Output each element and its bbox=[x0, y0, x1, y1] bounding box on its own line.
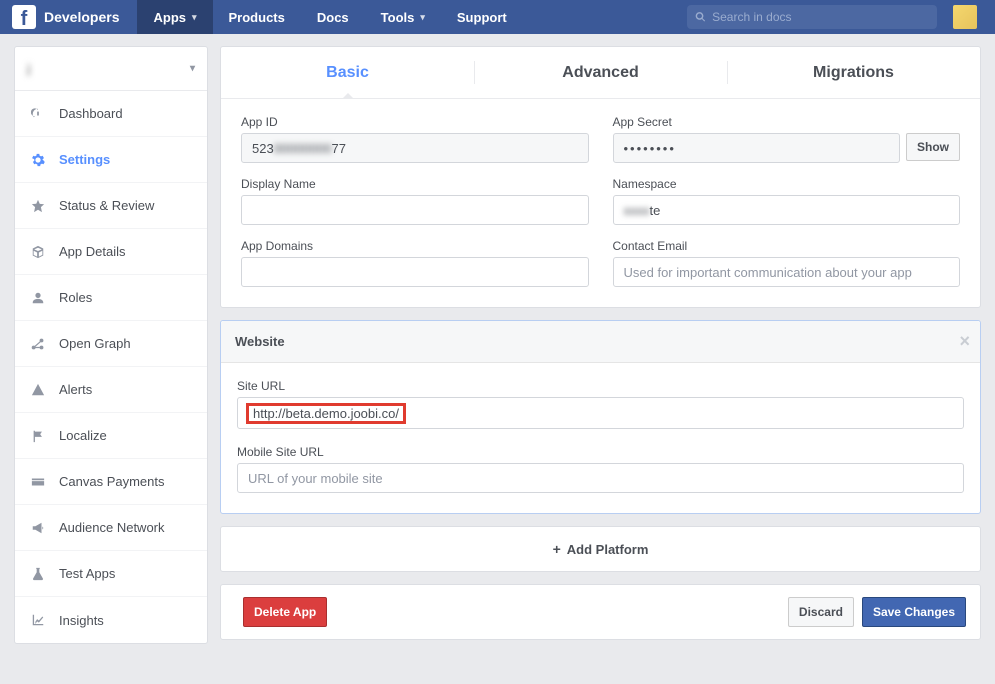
display-name-input[interactable] bbox=[241, 195, 589, 225]
flask-icon bbox=[31, 567, 45, 581]
tab-migrations[interactable]: Migrations bbox=[727, 47, 980, 98]
contact-email-label: Contact Email bbox=[613, 239, 961, 253]
contact-email-input[interactable] bbox=[613, 257, 961, 287]
brand-label: Developers bbox=[44, 0, 137, 34]
namespace-input[interactable]: xxxxte bbox=[613, 195, 961, 225]
sidebar-item-label: Canvas Payments bbox=[59, 474, 165, 489]
cube-icon bbox=[31, 245, 45, 259]
app-secret-value: •••••••• bbox=[613, 133, 901, 163]
app-selector[interactable]: j ▾ bbox=[15, 47, 207, 91]
gauge-icon bbox=[31, 107, 45, 121]
avatar[interactable] bbox=[953, 5, 977, 29]
sidebar-item-label: Settings bbox=[59, 152, 110, 167]
sidebar-item-label: Open Graph bbox=[59, 336, 131, 351]
sidebar-item-open-graph[interactable]: Open Graph bbox=[15, 321, 207, 367]
app-id-value: 5230000000077 bbox=[241, 133, 589, 163]
sidebar-item-label: Roles bbox=[59, 290, 92, 305]
close-icon[interactable]: × bbox=[959, 331, 970, 352]
search-box[interactable] bbox=[687, 5, 937, 29]
facebook-logo-icon: f bbox=[12, 5, 36, 29]
sidebar-item-label: Dashboard bbox=[59, 106, 123, 121]
nav-item-apps[interactable]: Apps▾ bbox=[137, 0, 212, 34]
sidebar-item-settings[interactable]: Settings bbox=[15, 137, 207, 183]
site-url-input[interactable]: http://beta.demo.joobi.co/ bbox=[237, 397, 964, 429]
mobile-site-url-input[interactable] bbox=[237, 463, 964, 493]
sidebar-item-roles[interactable]: Roles bbox=[15, 275, 207, 321]
chevron-down-icon: ▾ bbox=[420, 12, 425, 23]
nav-item-products[interactable]: Products bbox=[213, 0, 301, 34]
website-heading: Website bbox=[235, 334, 285, 349]
sidebar-item-audience-network[interactable]: Audience Network bbox=[15, 505, 207, 551]
basic-settings-card: Basic Advanced Migrations App ID 5230000… bbox=[220, 46, 981, 308]
sidebar-item-test-apps[interactable]: Test Apps bbox=[15, 551, 207, 597]
sidebar-item-insights[interactable]: Insights bbox=[15, 597, 207, 643]
sidebar-item-label: Test Apps bbox=[59, 566, 115, 581]
gear-icon bbox=[31, 153, 45, 167]
add-platform-button[interactable]: +Add Platform bbox=[220, 526, 981, 572]
chevron-down-icon: ▾ bbox=[190, 63, 195, 74]
tab-basic[interactable]: Basic bbox=[221, 47, 474, 98]
show-secret-button[interactable]: Show bbox=[906, 133, 960, 161]
sidebar-item-alerts[interactable]: Alerts bbox=[15, 367, 207, 413]
sidebar-item-label: Status & Review bbox=[59, 198, 154, 213]
flag-icon bbox=[31, 429, 45, 443]
app-secret-label: App Secret bbox=[613, 115, 961, 129]
nav-item-support[interactable]: Support bbox=[441, 0, 523, 34]
save-changes-button[interactable]: Save Changes bbox=[862, 597, 966, 627]
sidebar-item-app-details[interactable]: App Details bbox=[15, 229, 207, 275]
graph-icon bbox=[31, 337, 45, 351]
namespace-label: Namespace bbox=[613, 177, 961, 191]
nav-item-docs[interactable]: Docs bbox=[301, 0, 365, 34]
sidebar-item-canvas-payments[interactable]: Canvas Payments bbox=[15, 459, 207, 505]
sidebar-item-dashboard[interactable]: Dashboard bbox=[15, 91, 207, 137]
app-domains-input[interactable] bbox=[241, 257, 589, 287]
sidebar-item-label: App Details bbox=[59, 244, 125, 259]
sidebar-item-label: Audience Network bbox=[59, 520, 165, 535]
top-nav: f Developers Apps▾ Products Docs Tools▾ … bbox=[0, 0, 995, 34]
app-domains-label: App Domains bbox=[241, 239, 589, 253]
delete-app-button[interactable]: Delete App bbox=[243, 597, 327, 627]
sidebar-item-localize[interactable]: Localize bbox=[15, 413, 207, 459]
star-icon bbox=[31, 199, 45, 213]
site-url-highlight: http://beta.demo.joobi.co/ bbox=[246, 403, 406, 424]
nav-item-tools[interactable]: Tools▾ bbox=[365, 0, 441, 34]
sidebar: j ▾ Dashboard Settings Status & Review A… bbox=[14, 46, 208, 644]
chart-icon bbox=[31, 613, 45, 627]
app-id-label: App ID bbox=[241, 115, 589, 129]
website-platform-card: Website × Site URL http://beta.demo.joob… bbox=[220, 320, 981, 514]
plus-icon: + bbox=[553, 541, 561, 557]
card-icon bbox=[31, 475, 45, 489]
warning-icon bbox=[31, 383, 45, 397]
mobile-site-url-label: Mobile Site URL bbox=[237, 445, 964, 459]
sidebar-item-label: Alerts bbox=[59, 382, 92, 397]
discard-button[interactable]: Discard bbox=[788, 597, 854, 627]
tab-advanced[interactable]: Advanced bbox=[474, 47, 727, 98]
display-name-label: Display Name bbox=[241, 177, 589, 191]
sidebar-item-status-review[interactable]: Status & Review bbox=[15, 183, 207, 229]
person-icon bbox=[31, 291, 45, 305]
megaphone-icon bbox=[31, 521, 45, 535]
sidebar-item-label: Localize bbox=[59, 428, 107, 443]
footer-actions: Delete App Discard Save Changes bbox=[220, 584, 981, 640]
site-url-label: Site URL bbox=[237, 379, 964, 393]
app-name: j bbox=[27, 61, 31, 76]
search-icon bbox=[695, 11, 706, 23]
chevron-down-icon: ▾ bbox=[192, 12, 197, 23]
sidebar-item-label: Insights bbox=[59, 613, 104, 628]
search-input[interactable] bbox=[712, 10, 929, 24]
